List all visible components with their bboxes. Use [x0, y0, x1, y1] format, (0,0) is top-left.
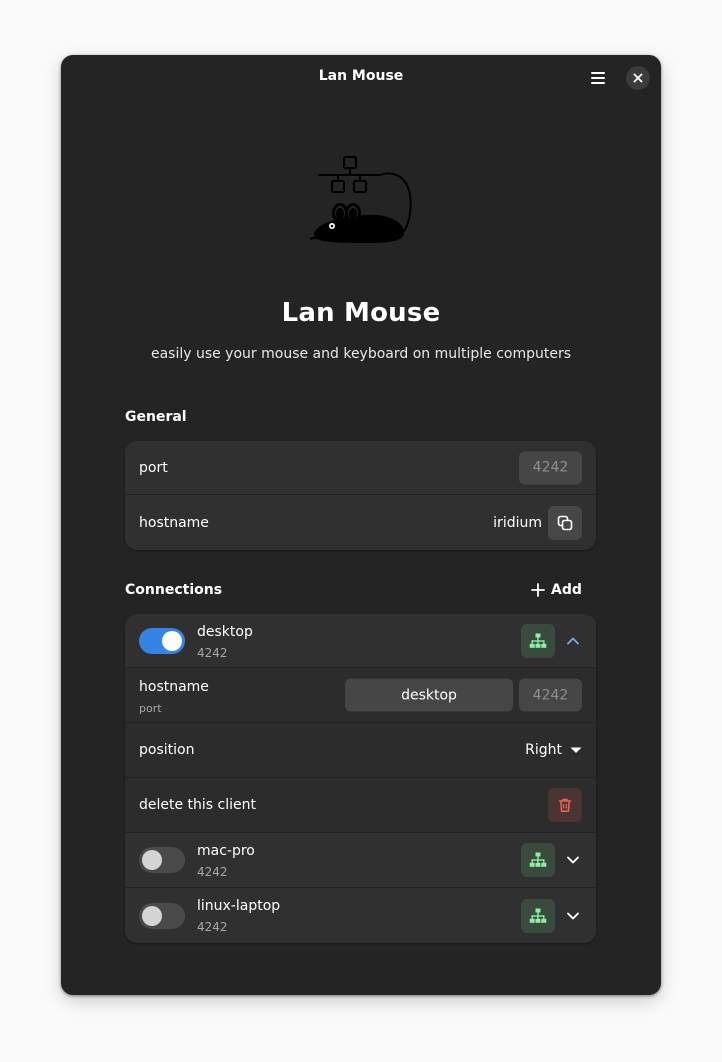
delete-client-button[interactable]	[548, 788, 582, 822]
position-dropdown[interactable]: Right	[525, 742, 582, 758]
network-icon	[529, 908, 547, 923]
close-button[interactable]	[626, 66, 650, 90]
client-hostname-label: hostname	[139, 679, 209, 695]
switch-knob	[142, 850, 162, 870]
client-port: 4242	[197, 865, 228, 879]
expand-button[interactable]	[565, 908, 581, 924]
client-name: linux-laptop	[197, 898, 281, 914]
client-enable-switch[interactable]	[139, 902, 185, 929]
general-card: port hostname iridium	[125, 441, 596, 550]
network-icon	[529, 633, 547, 648]
network-icon	[529, 852, 547, 867]
hostname-label: hostname	[139, 514, 209, 531]
add-client-label: Add	[551, 582, 582, 598]
switch-knob	[162, 630, 182, 651]
caret-down-icon	[570, 747, 582, 753]
hostname-row: hostname iridium	[125, 495, 596, 550]
main-menu-button[interactable]	[585, 65, 611, 91]
hamburger-menu-icon	[591, 72, 605, 84]
copy-hostname-button[interactable]	[548, 505, 582, 540]
port-label: port	[139, 459, 168, 476]
client-status-button[interactable]	[521, 623, 555, 658]
client-hostname-input[interactable]	[345, 678, 513, 712]
position-value: Right	[525, 742, 562, 758]
client-name: desktop	[197, 624, 253, 640]
copy-icon	[557, 515, 573, 530]
app-title: Lan Mouse	[281, 298, 441, 328]
client-row-desktop[interactable]: desktop 4242	[125, 614, 596, 668]
connections-card: desktop 4242 hostname port desktop 4242 …	[125, 614, 596, 943]
client-hostname-row: hostname port	[125, 668, 596, 723]
delete-client-label: delete this client	[139, 797, 257, 813]
app-logo	[306, 151, 416, 251]
client-enable-switch[interactable]	[139, 847, 185, 873]
client-name: mac-pro	[197, 843, 255, 859]
header-bar: Lan Mouse	[61, 55, 661, 101]
client-position-row: position Right	[125, 723, 596, 778]
client-delete-row: delete this client	[125, 778, 596, 833]
close-icon	[633, 73, 643, 83]
client-port-input[interactable]	[519, 678, 582, 712]
client-status-button[interactable]	[521, 843, 555, 877]
chevron-up-icon	[567, 637, 579, 644]
client-row-linux-laptop[interactable]: linux-laptop 4242	[125, 888, 596, 943]
app-subtitle: easily use your mouse and keyboard on mu…	[150, 346, 572, 362]
trash-icon	[558, 798, 572, 812]
port-input[interactable]	[519, 451, 582, 484]
chevron-down-icon	[567, 912, 579, 919]
port-row: port	[125, 441, 596, 495]
client-position-label: position	[139, 742, 195, 758]
client-enable-switch[interactable]	[139, 627, 185, 654]
collapse-button[interactable]	[565, 633, 581, 649]
hostname-value: iridium	[493, 514, 542, 531]
add-client-button[interactable]: Add	[531, 577, 582, 603]
general-heading: General	[125, 409, 187, 425]
plus-icon	[531, 583, 545, 597]
client-status-button[interactable]	[521, 898, 555, 933]
client-row-mac-pro[interactable]: mac-pro 4242	[125, 833, 596, 888]
expand-button[interactable]	[565, 852, 581, 868]
switch-knob	[142, 905, 162, 926]
client-port: 4242	[197, 646, 228, 660]
client-port-label: port	[139, 702, 162, 715]
app-window: Lan Mouse Lan Mouse easily use your mous…	[61, 55, 661, 995]
window-title: Lan Mouse	[318, 68, 404, 84]
client-port: 4242	[197, 920, 228, 934]
connections-heading: Connections	[125, 582, 223, 598]
chevron-down-icon	[567, 856, 579, 864]
